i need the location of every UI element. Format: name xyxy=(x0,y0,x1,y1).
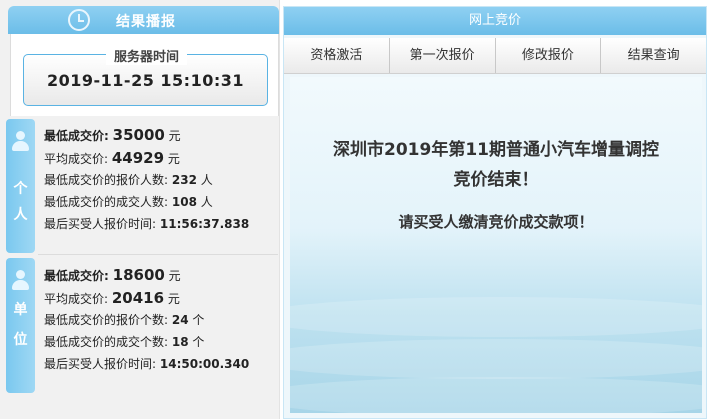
unit-stats: 最低成交价: 18600 元 平均成交价: 20416 元 最低成交价的报价个数… xyxy=(44,263,272,375)
unit-avg-price-row: 平均成交价: 20416 元 xyxy=(44,287,272,309)
individual-last-time-value: 11:56:37.838 xyxy=(159,217,250,231)
individual-deals-label: 最低成交价的成交人数: xyxy=(44,195,169,209)
individual-avg-price-label: 平均成交价: xyxy=(44,152,109,166)
tab-modify-bid[interactable]: 修改报价 xyxy=(496,38,602,73)
unit-deals-label: 最低成交价的成交个数: xyxy=(44,335,169,349)
tab-unit-char-2: 位 xyxy=(13,332,28,348)
result-header-title: 结果播报 xyxy=(116,14,176,30)
result-panel: 结果播报 服务器时间 2019-11-25 15:10:31 个 人 最低成交价… xyxy=(0,0,280,419)
unit-min-price-unit: 元 xyxy=(168,269,181,283)
server-time-label: 服务器时间 xyxy=(106,46,188,65)
individual-bidders-value: 232 xyxy=(171,173,197,187)
individual-deals-unit: 人 xyxy=(200,195,213,209)
individual-avg-price-row: 平均成交价: 44929 元 xyxy=(44,147,272,169)
tab-result-query[interactable]: 结果查询 xyxy=(601,38,706,73)
individual-bidders-row: 最低成交价的报价人数: 232 人 xyxy=(44,169,272,191)
sea-wave xyxy=(290,377,702,413)
result-header: 结果播报 xyxy=(8,6,279,34)
tab-individual[interactable]: 个 人 xyxy=(6,119,35,253)
bidding-content: 深圳市2019年第11期普通小汽车增量调控 竞价结束！ 请买受人缴清竞价成交款项… xyxy=(290,77,702,413)
person-icon xyxy=(12,131,29,151)
unit-avg-price-value: 20416 xyxy=(111,289,165,307)
individual-avg-price-value: 44929 xyxy=(111,149,165,167)
bidding-end-line2: 竞价结束！ xyxy=(453,170,539,190)
bidding-end-message: 深圳市2019年第11期普通小汽车增量调控 竞价结束！ xyxy=(290,135,702,195)
clock-icon xyxy=(68,9,90,31)
individual-last-time-row: 最后买受人报价时间: 11:56:37.838 xyxy=(44,213,272,235)
unit-bidders-unit: 个 xyxy=(192,313,205,327)
individual-deals-row: 最低成交价的成交人数: 108 人 xyxy=(44,191,272,213)
unit-min-price-value: 18600 xyxy=(112,266,165,284)
individual-bidders-unit: 人 xyxy=(200,173,213,187)
tab-individual-char-1: 个 xyxy=(13,181,28,197)
unit-min-price-label: 最低成交价: xyxy=(44,269,109,283)
sea-wave xyxy=(290,297,702,337)
unit-min-price-row: 最低成交价: 18600 元 xyxy=(44,263,272,287)
bidding-end-line1: 深圳市2019年第11期普通小汽车增量调控 xyxy=(333,140,659,160)
unit-last-time-value: 14:50:00.340 xyxy=(159,357,250,371)
individual-last-time-label: 最后买受人报价时间: xyxy=(44,217,157,231)
tab-unit[interactable]: 单 位 xyxy=(6,258,35,393)
tab-unit-char-1: 单 xyxy=(13,302,28,318)
bidding-panel: 网上竞价 资格激活 第一次报价 修改报价 结果查询 深圳市2019年第11期普通… xyxy=(283,6,707,419)
bidding-tabs: 资格激活 第一次报价 修改报价 结果查询 xyxy=(284,38,706,74)
unit-last-time-row: 最后买受人报价时间: 14:50:00.340 xyxy=(44,353,272,375)
server-time-section: 服务器时间 2019-11-25 15:10:31 xyxy=(10,34,279,116)
individual-avg-price-unit: 元 xyxy=(167,152,180,166)
individual-min-price-value: 35000 xyxy=(112,126,165,144)
server-time-value: 2019-11-25 15:10:31 xyxy=(46,71,244,90)
server-time-box: 服务器时间 2019-11-25 15:10:31 xyxy=(23,46,268,106)
stats-divider xyxy=(38,254,278,255)
unit-bidders-value: 24 xyxy=(171,313,189,327)
individual-stats: 最低成交价: 35000 元 平均成交价: 44929 元 最低成交价的报价人数… xyxy=(44,123,272,235)
unit-bidders-row: 最低成交价的报价个数: 24 个 xyxy=(44,309,272,331)
individual-min-price-label: 最低成交价: xyxy=(44,129,109,143)
tab-first-bid[interactable]: 第一次报价 xyxy=(390,38,496,73)
sea-wave xyxy=(290,339,702,379)
tab-individual-char-2: 人 xyxy=(13,207,28,223)
individual-min-price-unit: 元 xyxy=(168,129,181,143)
bidding-header: 网上竞价 xyxy=(284,7,706,35)
payment-notice: 请买受人缴清竞价成交款项！ xyxy=(398,213,594,231)
unit-bidders-label: 最低成交价的报价个数: xyxy=(44,313,169,327)
unit-avg-price-label: 平均成交价: xyxy=(44,292,109,306)
individual-bidders-label: 最低成交价的报价人数: xyxy=(44,173,169,187)
unit-deals-row: 最低成交价的成交个数: 18 个 xyxy=(44,331,272,353)
group-icon xyxy=(12,270,29,290)
individual-deals-value: 108 xyxy=(171,195,197,209)
tab-qualification-activate[interactable]: 资格激活 xyxy=(284,38,390,73)
individual-min-price-row: 最低成交价: 35000 元 xyxy=(44,123,272,147)
unit-last-time-label: 最后买受人报价时间: xyxy=(44,357,157,371)
unit-deals-value: 18 xyxy=(171,335,189,349)
unit-avg-price-unit: 元 xyxy=(167,292,180,306)
unit-deals-unit: 个 xyxy=(192,335,205,349)
